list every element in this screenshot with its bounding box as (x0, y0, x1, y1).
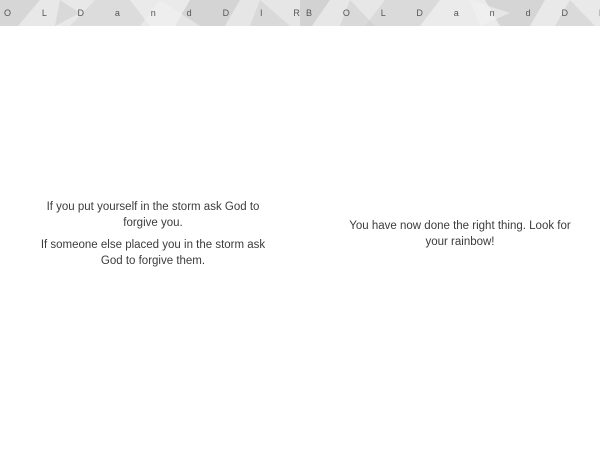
right-page-body: You have now done the right thing. Look … (340, 218, 580, 256)
left-page-body: If you put yourself in the storm ask God… (30, 199, 276, 275)
left-page: O L D a n d D I R E C T If you put yours… (0, 0, 300, 450)
book-spread: O L D a n d D I R E C T If you put yours… (0, 0, 600, 450)
right-paragraph-1: You have now done the right thing. Look … (349, 220, 571, 248)
left-header-band: O L D a n d D I R E C T (0, 0, 300, 26)
left-paragraph-1: If you put yourself in the storm ask God… (46, 201, 260, 229)
right-page: B O L D a n d D I R E C You have now don… (300, 0, 600, 450)
right-header-title: B O L D a n d D I R E C (306, 8, 600, 18)
left-header-title: O L D a n d D I R E C T (4, 8, 300, 18)
left-paragraph-2: If someone else placed you in the storm … (40, 239, 266, 267)
right-header-band: B O L D a n d D I R E C (300, 0, 600, 26)
